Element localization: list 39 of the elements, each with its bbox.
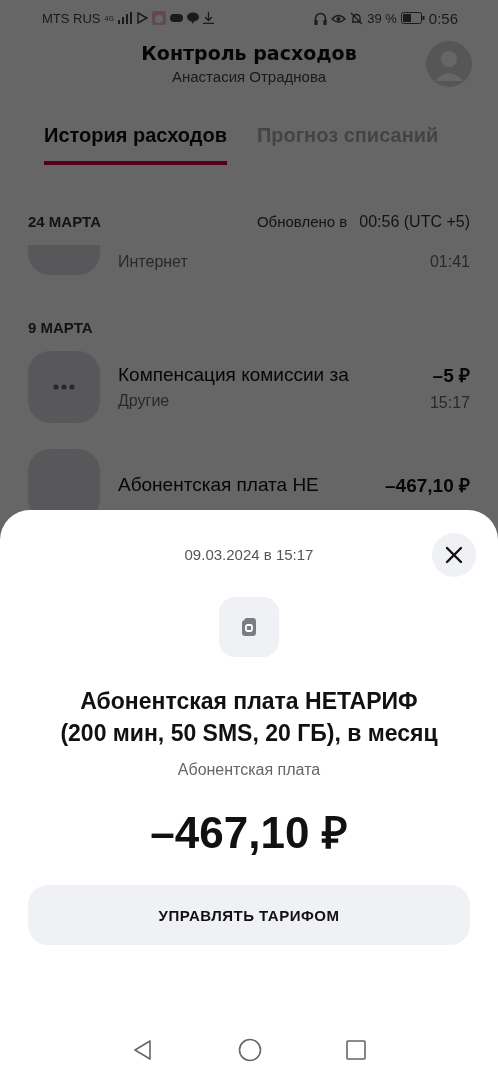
user-name: Анастасия Отраднова [170,68,328,85]
recents-icon[interactable] [346,1040,366,1060]
updated-time: 00:56 (UTC +5) [359,213,470,231]
transaction-category: Другие [118,392,171,410]
date-heading: 9 МАРТА [28,319,93,336]
manage-tariff-button[interactable]: УПРАВЛЯТЬ ТАРИФОМ [28,885,470,945]
play-icon [135,12,148,24]
transaction-title[interactable]: Абонентская плата НЕ [118,474,368,496]
clock-time: 0:56 [428,9,458,27]
page-title: Контроль расходов [141,42,357,64]
tab[interactable]: История расходов [44,114,227,165]
transaction-amount: –5 ₽ [431,364,470,388]
battery-percent: 39 % [367,10,397,26]
eye-icon [331,12,347,24]
date-heading: 24 МАРТА [28,213,102,230]
chat-icon [186,12,199,24]
updated-label: Обновлено в [256,213,348,230]
transaction-category: Интернет [118,253,189,271]
transaction-title[interactable]: Компенсация комиссии за [118,364,412,386]
back-icon[interactable] [132,1039,154,1061]
transaction-time: 15:17 [429,394,470,412]
transaction-amount: –467,10 ₽ [150,807,348,859]
signal-icon [117,12,132,24]
close-icon [445,546,463,564]
transaction-title: Абонентская плата НЕТАРИФ (200 мин, 50 SMS, 20 ГБ), в месяц [59,687,439,748]
sim-card-icon [242,618,256,636]
transaction-time: 01:41 [429,253,470,271]
carrier-name: MTS RUS [42,10,101,26]
headphones-icon [314,11,328,25]
muted-bell-icon [350,11,364,25]
close-button[interactable] [432,533,476,577]
dots-icon [53,384,75,390]
download-icon [202,12,214,24]
transaction-datetime: 09.03.2024 в 15:17 [184,546,314,563]
transaction-amount: –467,10 ₽ [385,474,470,498]
app-icon [151,11,166,25]
home-icon[interactable] [238,1038,262,1062]
battery-icon [400,12,425,24]
transaction-category: Абонентская плата [177,761,321,779]
